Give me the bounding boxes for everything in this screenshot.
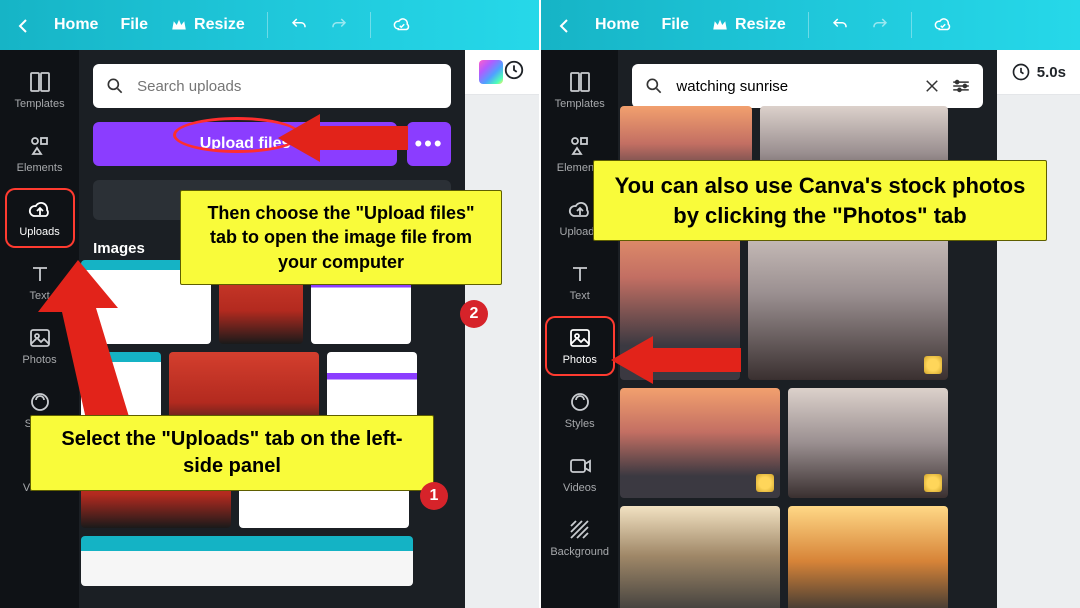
cloud-check-icon [934,16,952,34]
callout-uploads-tab: Select the "Uploads" tab on the left-sid… [30,415,434,491]
left-nav-rail: Templates Elements Uploads Text Photos S… [541,50,618,608]
redo-button[interactable] [871,16,889,34]
nav-label: Videos [563,482,596,494]
sidebar-item-videos[interactable]: Videos [545,444,615,504]
color-picker-button[interactable] [479,60,503,84]
sidebar-item-styles[interactable]: Styles [545,380,615,440]
styles-icon [568,390,592,414]
redo-button[interactable] [330,16,348,34]
chevron-left-icon [14,16,32,34]
sidebar-item-text[interactable]: Text [545,252,615,312]
home-button[interactable]: Home [595,16,639,34]
premium-badge-icon [924,356,942,374]
nav-label: Elements [17,162,63,174]
redo-icon [871,16,889,34]
stock-photo-thumb[interactable] [788,506,948,608]
undo-button[interactable] [290,16,308,34]
stock-photo-thumb[interactable] [620,388,780,498]
red-arrow [38,260,138,430]
sidebar-item-templates[interactable]: Templates [545,60,615,120]
clock-icon [503,59,525,81]
callout-photos-tab: You can also use Canva's stock photos by… [593,160,1047,241]
canvas-toolbar: 5.0s [997,50,1080,95]
back-button[interactable] [14,16,32,34]
back-button[interactable] [555,16,573,34]
sidebar-item-photos[interactable]: Photos [545,316,615,376]
upload-cloud-icon [568,198,592,222]
nav-label: Templates [555,98,605,110]
sidebar-item-background[interactable]: Background [545,508,615,568]
menu-divider [911,12,912,38]
nav-label: Text [570,290,590,302]
crown-icon [170,16,188,34]
stock-photo-thumb[interactable] [788,388,948,498]
menu-divider [808,12,809,38]
home-button[interactable]: Home [54,16,98,34]
clock-icon [1011,62,1031,82]
cloud-check-icon [393,16,411,34]
premium-badge-icon [756,474,774,492]
sidebar-item-uploads[interactable]: Uploads [5,188,75,248]
top-menu-bar: Home File Resize [541,0,1080,50]
callout-upload-files: Then choose the "Upload files" tab to op… [180,190,502,285]
chevron-left-icon [555,16,573,34]
resize-button[interactable]: Resize [711,16,786,34]
redo-icon [330,16,348,34]
nav-label: Templates [14,98,64,110]
canvas-area [465,50,539,608]
stock-photo-thumb[interactable] [620,506,780,608]
cloud-save-button[interactable] [934,16,952,34]
canvas-area: 5.0s [997,50,1080,608]
cloud-save-button[interactable] [393,16,411,34]
file-button[interactable]: File [120,16,148,34]
duration-button[interactable] [503,59,525,86]
nav-label: Background [550,546,609,558]
nav-label: Uploads [19,226,59,238]
sidebar-item-templates[interactable]: Templates [5,60,75,120]
undo-icon [290,16,308,34]
elements-icon [568,134,592,158]
undo-button[interactable] [831,16,849,34]
duration-button[interactable]: 5.0s [1011,62,1066,82]
red-arrow [611,330,741,390]
video-icon [568,454,592,478]
menu-divider [267,12,268,38]
red-arrow [278,108,408,168]
nav-label: Styles [565,418,595,430]
resize-button[interactable]: Resize [170,16,245,34]
step-badge-1: 1 [420,482,448,510]
crown-icon [711,16,729,34]
menu-divider [370,12,371,38]
templates-icon [28,70,52,94]
step-badge-2: 2 [460,300,488,328]
premium-badge-icon [924,474,942,492]
top-menu-bar: Home File Resize [0,0,539,50]
nav-label: Photos [563,354,597,366]
upload-thumb[interactable] [81,536,413,586]
photos-panel [618,50,996,608]
templates-icon [568,70,592,94]
photo-icon [568,326,592,350]
sidebar-item-elements[interactable]: Elements [5,124,75,184]
file-button[interactable]: File [661,16,689,34]
text-icon [568,262,592,286]
elements-icon [28,134,52,158]
undo-icon [831,16,849,34]
background-icon [568,518,592,542]
upload-cloud-icon [28,198,52,222]
canvas-toolbar [465,50,539,95]
